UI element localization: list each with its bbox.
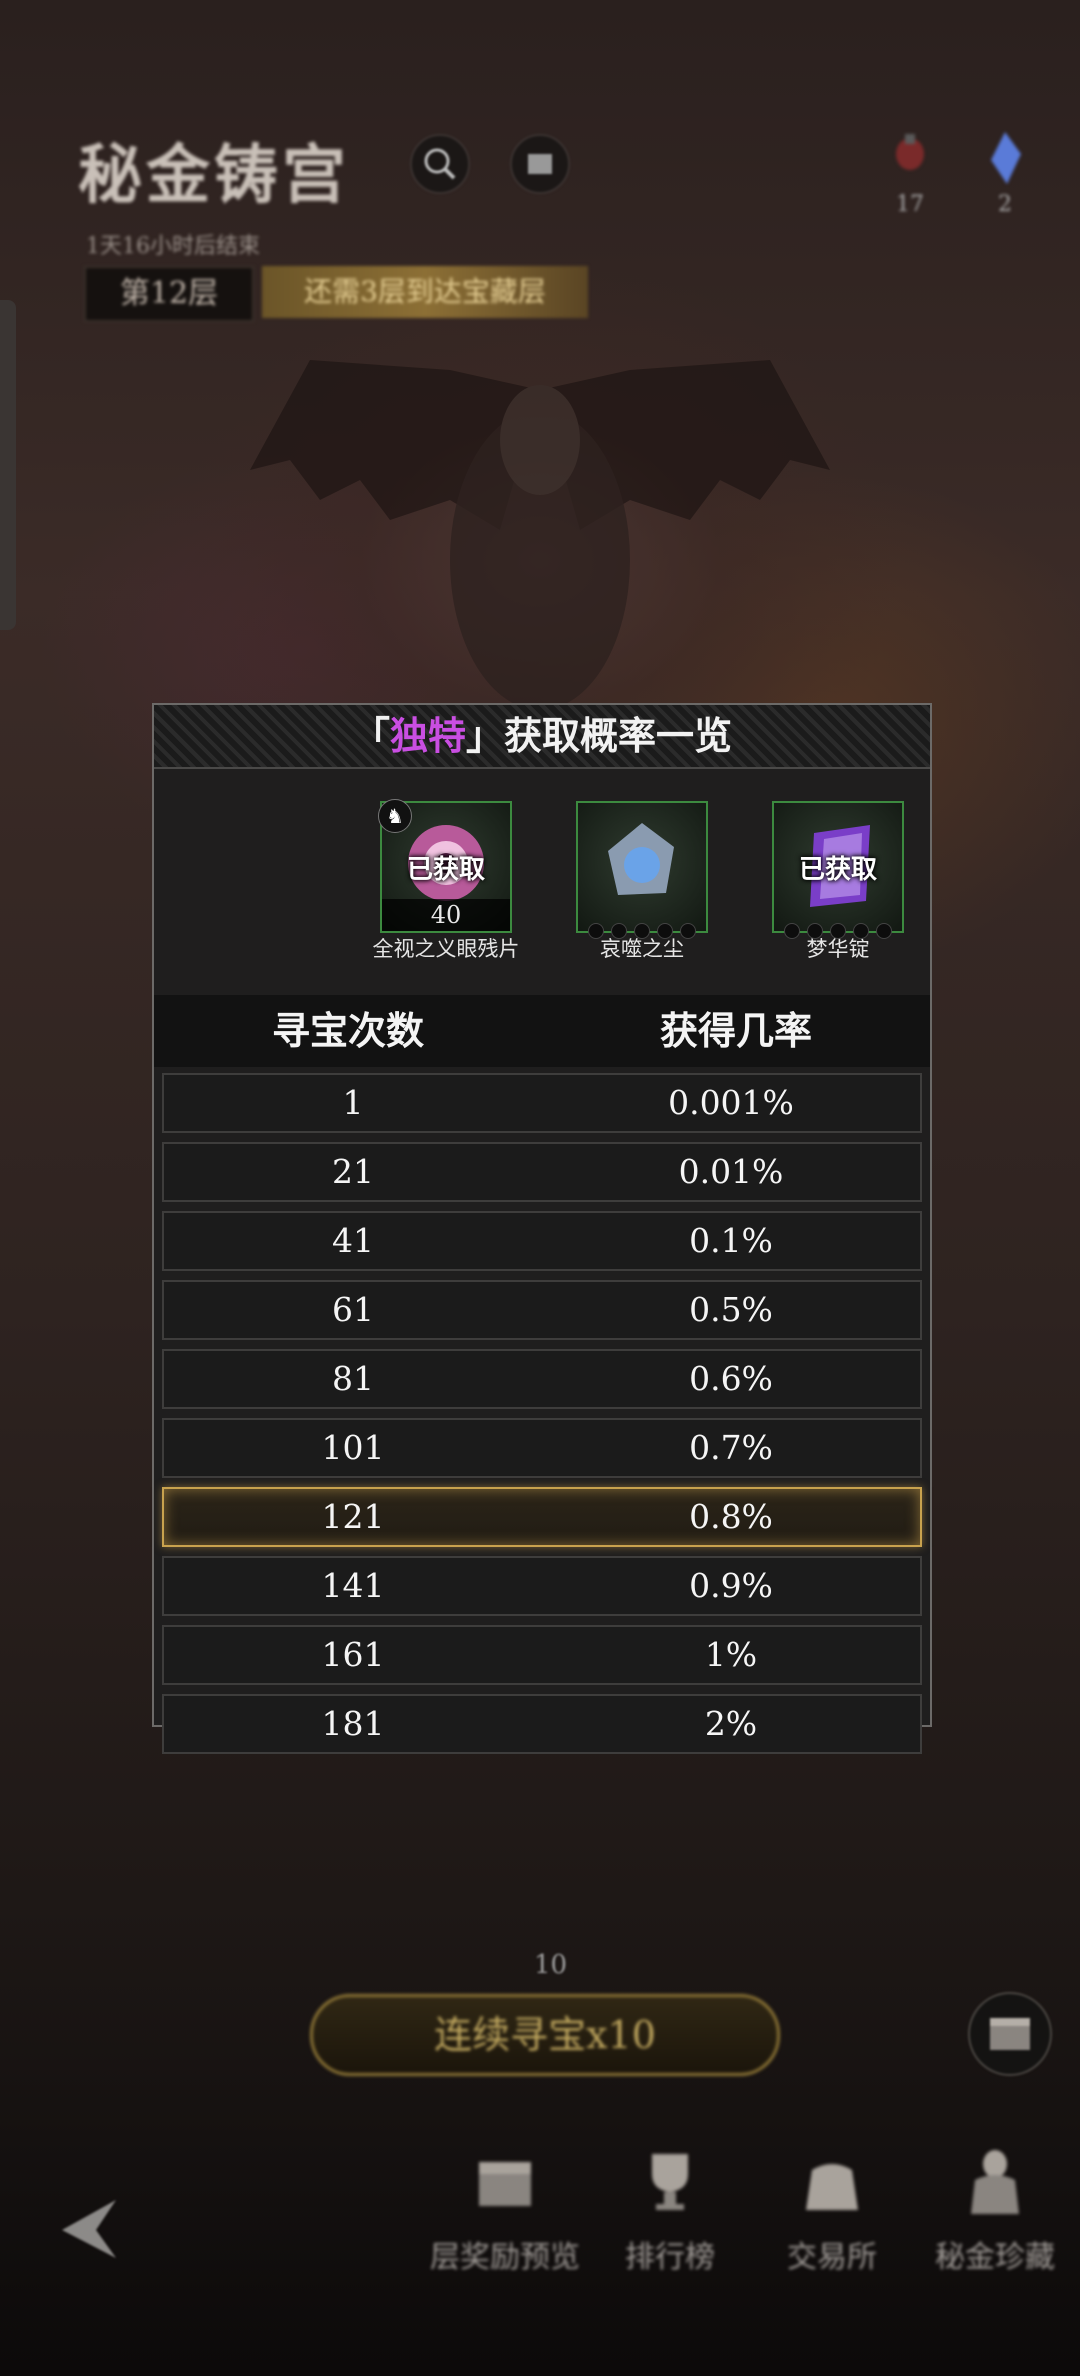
crystal-count: 2 bbox=[998, 192, 1012, 217]
dragon-statue-image bbox=[250, 360, 830, 710]
nav-label: 排行榜 bbox=[625, 2240, 715, 2275]
side-drawer-handle[interactable] bbox=[0, 300, 16, 630]
title-prefix: 「 bbox=[351, 713, 390, 758]
floor-badge: 第12层 bbox=[84, 266, 254, 322]
table-row: 181 2% bbox=[162, 1694, 922, 1754]
bag-icon bbox=[806, 2164, 858, 2210]
table-row: 121 0.8% bbox=[162, 1487, 922, 1547]
column-header-rate: 获得几率 bbox=[659, 1008, 812, 1053]
column-header-count: 寻宝次数 bbox=[271, 1008, 424, 1053]
cell-drop-rate: 0.5% bbox=[689, 1290, 773, 1329]
nav-label: 层奖励预览 bbox=[430, 2240, 580, 2275]
rating-dots bbox=[784, 923, 892, 939]
crystal-icon bbox=[991, 132, 1021, 184]
nav-treasures[interactable]: 秘金珍藏 bbox=[920, 2140, 1070, 2276]
magnifier-icon[interactable] bbox=[410, 134, 470, 194]
draw-ten-button[interactable]: 连续寻宝x10 bbox=[310, 1994, 780, 2076]
cell-draw-count: 181 bbox=[321, 1704, 385, 1743]
potion-count: 17 bbox=[896, 192, 924, 217]
table-row: 101 0.7% bbox=[162, 1418, 922, 1478]
trophy-icon bbox=[652, 2154, 688, 2210]
cell-drop-rate: 0.001% bbox=[668, 1083, 794, 1122]
modal-title: 「独特」获取概率一览 bbox=[154, 705, 930, 767]
info-icon[interactable] bbox=[510, 134, 570, 194]
cell-draw-count: 141 bbox=[321, 1566, 385, 1605]
cell-drop-rate: 0.7% bbox=[689, 1428, 773, 1467]
probability-modal: 「独特」获取概率一览 ♞ 已获取 40 全视之义眼残片 哀噬之尘 已获取 梦华锭… bbox=[152, 703, 932, 1754]
title-suffix: 」获取概率一览 bbox=[466, 713, 733, 758]
page-title: 秘金铸宫 bbox=[78, 138, 350, 213]
owned-label: 已获取 bbox=[406, 855, 485, 885]
cell-drop-rate: 0.01% bbox=[678, 1152, 784, 1191]
cell-drop-rate: 2% bbox=[704, 1704, 758, 1743]
potion-icon bbox=[896, 134, 924, 170]
rating-dots bbox=[588, 923, 696, 939]
table-header: 寻宝次数 获得几率 bbox=[154, 995, 930, 1067]
cell-drop-rate: 0.8% bbox=[689, 1497, 773, 1536]
statue-icon bbox=[971, 2150, 1019, 2214]
title-highlight: 独特 bbox=[389, 713, 466, 758]
cell-draw-count: 41 bbox=[332, 1221, 374, 1260]
table-row: 81 0.6% bbox=[162, 1349, 922, 1409]
table-row: 141 0.9% bbox=[162, 1556, 922, 1616]
floor-tip-banner: 还需3层到达宝藏层 bbox=[262, 266, 588, 318]
nav-exchange[interactable]: 交易所 bbox=[757, 2140, 907, 2276]
cell-draw-count: 121 bbox=[321, 1497, 385, 1536]
item-name: 全视之义眼残片 bbox=[372, 937, 520, 961]
item-name: 哀噬之尘 bbox=[600, 937, 684, 961]
cell-drop-rate: 0.6% bbox=[689, 1359, 773, 1398]
nav-label: 交易所 bbox=[787, 2240, 877, 2275]
cell-drop-rate: 1% bbox=[704, 1635, 758, 1674]
cell-draw-count: 101 bbox=[321, 1428, 385, 1467]
remaining-count: 10 bbox=[534, 1950, 568, 1980]
cell-draw-count: 21 bbox=[332, 1152, 374, 1191]
cell-drop-rate: 0.1% bbox=[689, 1221, 773, 1260]
table-row: 1 0.001% bbox=[162, 1073, 922, 1133]
table-row: 21 0.01% bbox=[162, 1142, 922, 1202]
resource-crystal[interactable]: 2 bbox=[985, 130, 1025, 217]
nav-label: 秘金珍藏 bbox=[935, 2240, 1055, 2275]
cell-drop-rate: 0.9% bbox=[689, 1566, 773, 1605]
cell-draw-count: 1 bbox=[342, 1083, 364, 1122]
resource-potion[interactable]: 17 bbox=[890, 130, 930, 217]
cell-draw-count: 61 bbox=[332, 1290, 374, 1329]
item-card-dust[interactable]: 哀噬之尘 bbox=[542, 801, 742, 961]
table-row: 61 0.5% bbox=[162, 1280, 922, 1340]
item-name: 梦华锭 bbox=[806, 937, 870, 961]
nav-floor-rewards[interactable]: 层奖励预览 bbox=[430, 2140, 580, 2276]
event-countdown: 1天16小时后结束 bbox=[86, 234, 260, 259]
back-arrow-icon[interactable] bbox=[56, 2194, 136, 2264]
item-count: 40 bbox=[382, 899, 510, 931]
item-card-eye-fragment[interactable]: ♞ 已获取 40 全视之义眼残片 bbox=[346, 799, 546, 961]
item-card-ingot[interactable]: 已获取 梦华锭 bbox=[738, 801, 938, 961]
chest-icon bbox=[479, 2162, 531, 2206]
cell-draw-count: 161 bbox=[321, 1635, 385, 1674]
silver-dust-icon bbox=[608, 823, 674, 895]
owned-label: 已获取 bbox=[798, 855, 877, 885]
table-row: 161 1% bbox=[162, 1625, 922, 1685]
table-row: 41 0.1% bbox=[162, 1211, 922, 1271]
cell-draw-count: 81 bbox=[332, 1359, 374, 1398]
probability-table: 1 0.001% 21 0.01% 41 0.1% 61 0.5% 81 0.6% 101 0.7% 1… bbox=[162, 1073, 922, 1763]
category-badge-icon: ♞ bbox=[378, 799, 412, 833]
nav-leaderboard[interactable]: 排行榜 bbox=[595, 2140, 745, 2276]
chest-icon[interactable] bbox=[968, 1992, 1052, 2076]
